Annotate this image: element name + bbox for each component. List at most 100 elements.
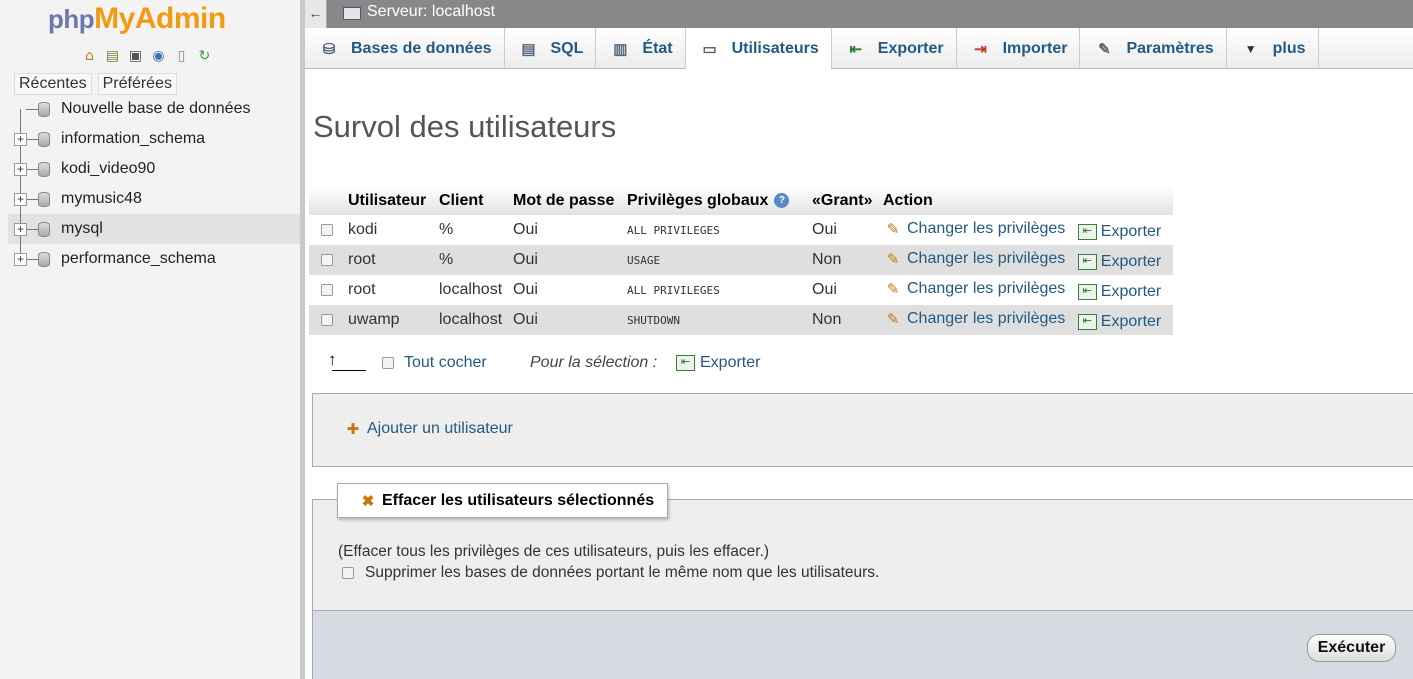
breadcrumb-bar: ← Serveur: localhost — [305, 0, 1413, 28]
reload-icon[interactable]: ↻ — [195, 46, 214, 65]
logo-php: php — [48, 4, 95, 34]
table-row: uwamp localhost Oui SHUTDOWN Non ✎ Change… — [309, 305, 1174, 335]
tab-users[interactable]: ▭ Utilisateurs — [685, 28, 832, 70]
add-user-link[interactable]: ✚ Ajouter un utilisateur — [343, 420, 513, 438]
expand-icon[interactable]: + — [14, 132, 27, 146]
panel-splitter[interactable] — [301, 0, 305, 679]
cell-privileges: SHUTDOWN — [623, 305, 808, 335]
table-row: root localhost Oui ALL PRIVILEGES Oui ✎ C… — [309, 275, 1173, 305]
cell-password: Oui — [513, 221, 538, 238]
database-tree: Nouvelle base de données + information_s… — [8, 94, 300, 274]
header-host: Client — [435, 186, 509, 215]
cell-privileges: ALL PRIVILEGES — [627, 223, 720, 237]
row-checkbox[interactable] — [320, 253, 333, 266]
header-global-privileges: Privilèges globaux? — [623, 186, 808, 215]
users-table: Utilisateur Client Mot de passe Privilèg… — [309, 186, 1174, 335]
link-label: Exporter — [1100, 252, 1162, 270]
tree-item-information-schema[interactable]: + information_schema — [8, 124, 300, 154]
cell-privileges: ALL PRIVILEGES — [627, 283, 720, 297]
recent-favorite-tabs: Récentes Préférées — [14, 73, 177, 95]
export-icon: ⇤ — [1077, 283, 1097, 300]
link-label: Exporter — [1100, 222, 1162, 240]
user-edit-icon: ✎ — [886, 280, 900, 298]
phpmyadmin-logo[interactable]: phpMyAdmin — [48, 2, 226, 36]
export-user-link[interactable]: ⇤ Exporter — [1077, 222, 1162, 241]
query-window-icon[interactable]: ▣ — [126, 46, 145, 65]
tab-sql[interactable]: ▤ SQL — [505, 28, 597, 69]
sql-icon: ▤ — [521, 40, 536, 58]
cell-password: Oui — [509, 245, 623, 275]
edit-privileges-link[interactable]: ✎ Changer les privilèges — [883, 309, 1066, 328]
expand-icon[interactable]: + — [14, 252, 27, 266]
row-checkbox[interactable] — [320, 313, 333, 326]
link-label: Ajouter un utilisateur — [367, 420, 513, 437]
drop-databases-option[interactable]: Supprimer les bases de données portant l… — [342, 564, 879, 582]
tab-import[interactable]: ⇥ Importer — [957, 28, 1081, 69]
logo-myadmin: MyAdmin — [94, 2, 226, 35]
add-user-section: ✚ Ajouter un utilisateur — [312, 393, 1413, 467]
export-user-link[interactable]: ⇤ Exporter — [1077, 313, 1161, 331]
header-label: Privilèges globaux — [627, 191, 769, 209]
tab-settings[interactable]: ✎ Paramètres — [1080, 28, 1227, 69]
tree-item-kodi-video90[interactable]: + kodi_video90 — [8, 154, 300, 184]
execute-button[interactable]: Exécuter — [1307, 634, 1396, 662]
tree-item-label: mysql — [61, 220, 103, 237]
recent-tab[interactable]: Récentes — [14, 73, 92, 95]
cell-host: localhost — [439, 281, 503, 298]
server-icon — [343, 7, 361, 20]
collapse-nav-button[interactable]: ← — [305, 0, 327, 28]
main-tabs: ⛁ Bases de données ▤ SQL ▥ État ▭ Utilis… — [305, 28, 1413, 70]
docs-icon[interactable]: ▯ — [172, 46, 191, 65]
tab-status[interactable]: ▥ État — [596, 28, 686, 69]
link-label: Changer les privilèges — [907, 309, 1066, 327]
tab-databases[interactable]: ⛁ Bases de données — [305, 28, 505, 69]
row-checkbox[interactable] — [320, 223, 333, 236]
link-label: Changer les privilèges — [907, 279, 1066, 297]
cell-user: kodi — [348, 221, 378, 238]
drop-databases-checkbox[interactable] — [342, 567, 354, 579]
export-user-link[interactable]: ⇤ Exporter — [1077, 283, 1161, 301]
expand-icon[interactable]: + — [14, 192, 27, 206]
tab-export[interactable]: ⇤ Exporter — [832, 28, 957, 69]
tree-item-mymusic48[interactable]: + mymusic48 — [8, 184, 300, 214]
edit-privileges-link[interactable]: ✎ Changer les privilèges — [883, 250, 1066, 268]
tree-item-performance-schema[interactable]: + performance_schema — [8, 244, 300, 274]
users-icon: ▭ — [702, 40, 717, 58]
user-edit-icon: ✎ — [886, 220, 900, 238]
cell-host: % — [439, 221, 454, 238]
tab-label: Bases de données — [351, 39, 492, 57]
database-icon — [38, 252, 50, 267]
tab-label: Paramètres — [1126, 39, 1214, 57]
check-all[interactable]: Tout cocher — [382, 354, 487, 372]
check-all-checkbox[interactable] — [382, 357, 394, 369]
expand-icon[interactable]: + — [14, 162, 27, 176]
cell-user: uwamp — [344, 305, 435, 335]
cell-host: % — [435, 245, 509, 275]
edit-privileges-link[interactable]: ✎ Changer les privilèges — [883, 220, 1066, 238]
help-icon[interactable]: ◉ — [149, 46, 168, 65]
home-icon[interactable]: ⌂ — [80, 46, 99, 65]
edit-privileges-link[interactable]: ✎ Changer les privilèges — [883, 279, 1066, 298]
export-user-link[interactable]: ⇤ Exporter — [1077, 252, 1162, 271]
header-checkbox — [309, 186, 344, 215]
cell-user: root — [348, 281, 376, 298]
favorites-tab[interactable]: Préférées — [97, 73, 177, 95]
breadcrumb-server[interactable]: Serveur: localhost — [367, 3, 495, 21]
export-selected-link[interactable]: ⇤ Exporter — [676, 354, 760, 372]
tree-item-mysql[interactable]: + mysql — [8, 214, 300, 244]
row-checkbox[interactable] — [320, 283, 333, 296]
logout-icon[interactable]: ▤ — [103, 46, 122, 65]
database-icon — [38, 222, 50, 237]
help-icon[interactable]: ? — [774, 192, 790, 208]
tree-item-new-database[interactable]: Nouvelle base de données — [8, 94, 300, 124]
for-selection-label: Pour la sélection : — [530, 354, 658, 371]
tab-label: Exporter — [877, 39, 944, 57]
tab-more[interactable]: ▼ plus — [1227, 28, 1319, 69]
header-grant: «Grant» — [808, 186, 879, 215]
header-action: Action — [879, 186, 1174, 215]
option-label: Supprimer les bases de données portant l… — [365, 564, 880, 581]
navigation-panel: phpMyAdmin ⌂ ▤ ▣ ◉ ▯ ↻ Récentes Préférée… — [0, 0, 301, 679]
expand-icon[interactable]: + — [14, 222, 27, 236]
table-row: kodi % Oui ALL PRIVILEGES Oui ✎ Changer l… — [309, 215, 1173, 245]
database-icon — [38, 162, 50, 177]
